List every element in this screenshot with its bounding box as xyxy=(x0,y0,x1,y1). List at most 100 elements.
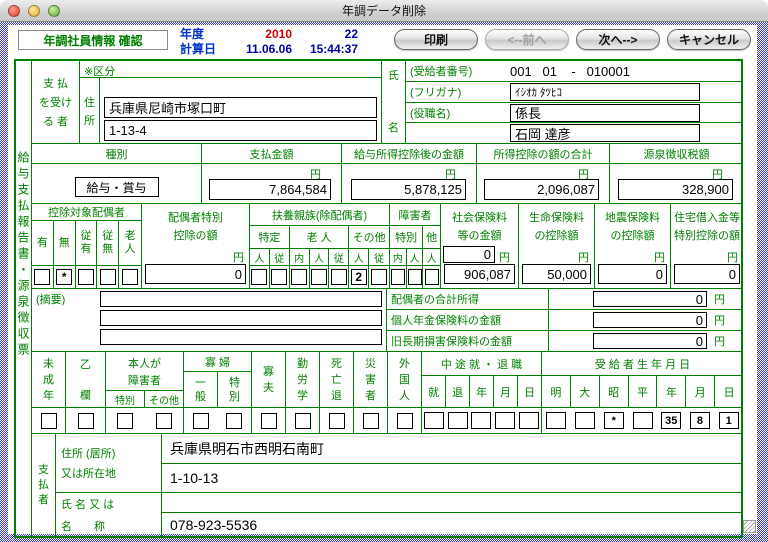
disabled-unit-label: 人 xyxy=(423,249,440,265)
disabled-special-count-field[interactable] xyxy=(408,269,422,285)
widower-checkbox[interactable] xyxy=(261,413,277,429)
recipient-address-line1-field[interactable]: 兵庫県尼崎市塚口町 xyxy=(104,97,377,118)
social-insurance-inner-field[interactable]: 0 xyxy=(443,246,495,263)
birth-heisei-checkbox[interactable] xyxy=(633,412,653,429)
dep-other-count-field[interactable]: 2 xyxy=(351,269,367,285)
after-deduction-field[interactable]: 5,878,125 xyxy=(351,179,466,200)
pay-type-field[interactable]: 給与・賞与 xyxy=(75,177,159,197)
spouse-col-label: 有 xyxy=(32,221,54,265)
cancel-button[interactable]: キャンセル xyxy=(667,29,751,50)
personal-pension-label: 個人年金保険料の金額 xyxy=(387,310,549,330)
midyear-month-field[interactable] xyxy=(495,412,515,429)
prev-button[interactable]: <--前へ xyxy=(485,29,569,50)
withholding-tax-field[interactable]: 328,900 xyxy=(618,179,733,200)
recipient-row-label: 支 払 を受け る 者 xyxy=(32,61,80,143)
foreigner-checkbox[interactable] xyxy=(397,413,413,429)
spouse-yes-checkbox[interactable] xyxy=(34,269,50,285)
midyear-col-label: 月 xyxy=(494,376,518,407)
widow-special-label: 特別 xyxy=(228,376,241,404)
birth-month-field[interactable]: 8 xyxy=(690,412,710,429)
midyear-col-label: 就 xyxy=(422,376,446,407)
dep-elderly-sub-field[interactable] xyxy=(331,269,347,285)
payer-address-line1-field[interactable]: 兵庫県明石市西明石南町 xyxy=(162,434,743,464)
disabled-special-inner-field[interactable] xyxy=(391,269,405,285)
content-panel: 年調社員情報 確認 年度 2010 22 計算日 11.06.06 15:44:… xyxy=(8,25,757,534)
yen-unit: 円 xyxy=(578,249,589,265)
pay-amount-header: 支払金額 xyxy=(202,144,341,164)
recipient-name-field[interactable]: 石岡 達彦 xyxy=(510,124,700,142)
dependents-header: 扶養親族(除配偶者) xyxy=(250,204,389,226)
job-title-field[interactable]: 係長 xyxy=(510,104,700,122)
spouse-sub-no-checkbox[interactable] xyxy=(100,269,116,285)
payer-name-line1-field[interactable] xyxy=(162,493,743,513)
furigana-field[interactable]: ｲｼｵｶ ﾀﾂﾋｺ xyxy=(510,83,700,101)
resize-grip[interactable] xyxy=(743,520,756,533)
dep-elderly-count-field[interactable] xyxy=(311,269,327,285)
spouse-total-income-field[interactable]: 0 xyxy=(593,291,707,307)
disabled-other-count-field[interactable] xyxy=(425,269,439,285)
birth-taisho-checkbox[interactable] xyxy=(575,412,595,429)
midyear-day-field[interactable] xyxy=(519,412,539,429)
self-other-checkbox[interactable] xyxy=(156,413,172,429)
widow-general-label: 一般 xyxy=(194,376,207,404)
spouse-no-checkbox[interactable]: * xyxy=(56,269,72,285)
birthdate-header: 受 給 者 生 年 月 日 xyxy=(542,352,743,375)
next-button[interactable]: 次へ--> xyxy=(576,29,660,50)
spouse-elderly-checkbox[interactable] xyxy=(122,269,138,285)
yen-unit: 円 xyxy=(714,291,725,307)
dep-other-sub-field[interactable] xyxy=(371,269,387,285)
old-longterm-insurance-field[interactable]: 0 xyxy=(593,333,707,349)
birth-year-field[interactable]: 35 xyxy=(661,412,681,429)
midyear-year-field[interactable] xyxy=(471,412,491,429)
disaster-victim-label: 災害者 xyxy=(364,356,377,404)
midyear-leave-field[interactable] xyxy=(448,412,468,429)
widow-general-checkbox[interactable] xyxy=(193,413,209,429)
midyear-join-field[interactable] xyxy=(424,412,444,429)
pay-amount-field[interactable]: 7,864,584 xyxy=(209,179,331,200)
total-deduction-field[interactable]: 2,096,087 xyxy=(484,179,599,200)
disaster-victim-checkbox[interactable] xyxy=(363,413,379,429)
remarks-label: (摘要) xyxy=(32,289,96,351)
dep-specified-sub-field[interactable] xyxy=(271,269,287,285)
birth-showa-checkbox[interactable]: * xyxy=(604,412,624,429)
disabled-header: 障害者 xyxy=(390,204,440,226)
payer-address-label: 住所 (居所) 又は所在地 xyxy=(56,434,161,493)
minor-checkbox[interactable] xyxy=(41,413,57,429)
remarks-line1-field[interactable] xyxy=(100,291,382,307)
dep-unit-label: 従 xyxy=(270,249,290,265)
housing-loan-field[interactable]: 0 xyxy=(674,264,740,284)
social-insurance-field[interactable]: 906,087 xyxy=(444,264,515,284)
widow-header: 寡 婦 xyxy=(184,352,251,371)
working-student-checkbox[interactable] xyxy=(295,413,311,429)
dep-specified-count-field[interactable] xyxy=(251,269,267,285)
payer-name-line2-field[interactable]: 078-923-5536 xyxy=(162,513,743,536)
earthquake-insurance-field[interactable]: 0 xyxy=(598,264,667,284)
payer-address-line2-field[interactable]: 1-10-13 xyxy=(162,464,743,493)
widow-special-checkbox[interactable] xyxy=(226,413,242,429)
print-button[interactable]: 印刷 xyxy=(394,29,478,50)
remarks-line3-field[interactable] xyxy=(100,329,382,345)
self-special-checkbox[interactable] xyxy=(117,413,133,429)
window-body: 年調社員情報 確認 年度 2010 22 計算日 11.06.06 15:44:… xyxy=(0,22,768,542)
birth-day-field[interactable]: 1 xyxy=(719,412,739,429)
dep-group-label: 老 人 xyxy=(290,226,350,248)
spouse-special-amount-field[interactable]: 0 xyxy=(145,264,246,284)
payment-summary-section: 種別 給与・賞与 支払金額 円 7,864,584 xyxy=(32,144,743,204)
self-other-label: その他 xyxy=(145,391,183,407)
otsu-checkbox[interactable] xyxy=(78,413,94,429)
spouse-sub-yes-checkbox[interactable] xyxy=(78,269,94,285)
recipient-address-label: 住 所 xyxy=(80,78,100,143)
disabled-group-label: 特別 xyxy=(390,226,423,248)
spouse-col-label: 無 xyxy=(54,221,76,265)
recipient-section: 支 払 を受け る 者 ※区分 住 所 xyxy=(32,61,743,144)
deductions-section: 控除対象配偶者 有 無 従有 従無 老人 * xyxy=(32,204,743,289)
dep-elderly-inner-field[interactable] xyxy=(291,269,307,285)
old-longterm-insurance-label: 旧長期損害保険料の金額 xyxy=(387,331,549,351)
life-insurance-field[interactable]: 50,000 xyxy=(522,264,591,284)
death-retirement-checkbox[interactable] xyxy=(329,413,345,429)
recipient-address-line2-field[interactable]: 1-13-4 xyxy=(104,120,377,141)
mode-label: 年調社員情報 確認 xyxy=(18,30,168,50)
birth-meiji-checkbox[interactable] xyxy=(546,412,566,429)
personal-pension-field[interactable]: 0 xyxy=(593,312,707,328)
remarks-line2-field[interactable] xyxy=(100,310,382,326)
